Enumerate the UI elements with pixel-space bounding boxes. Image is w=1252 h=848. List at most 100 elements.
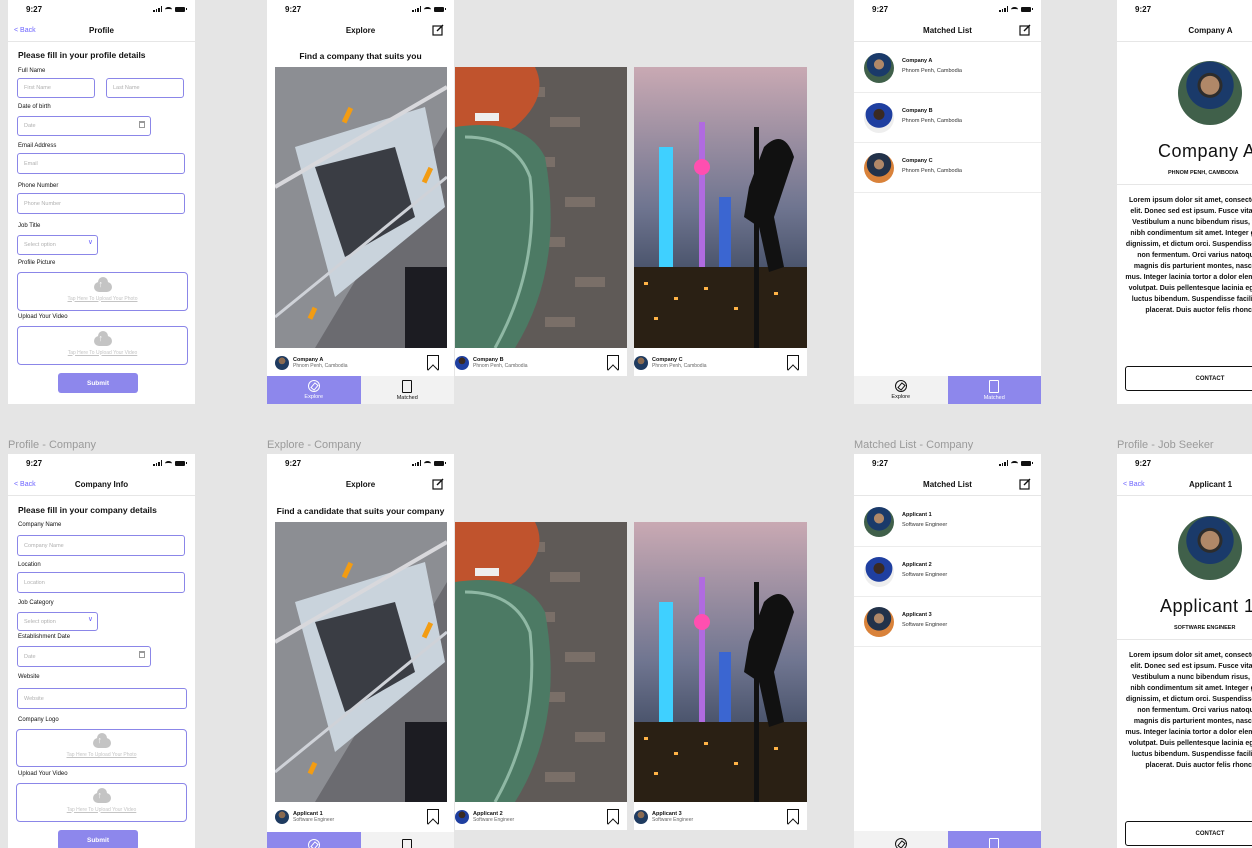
list-item[interactable]: Applicant 2 Software Engineer — [854, 547, 1041, 597]
frame-label-explore-company: Explore - Company — [267, 439, 362, 451]
dob-label: Date of birth — [18, 104, 51, 110]
frame-label-profile-company: Profile - Company — [8, 439, 97, 451]
list-item[interactable]: Applicant 1 Software Engineer — [854, 497, 1041, 547]
tab-matched[interactable] — [947, 831, 1041, 848]
phone-label: Phone Number — [18, 183, 59, 189]
card-image-car — [455, 67, 627, 349]
profile-title: SOFTWARE ENGINEER — [1174, 625, 1236, 631]
tab-explore[interactable]: Explore — [267, 376, 361, 404]
bookmark-icon[interactable] — [607, 809, 619, 824]
card-image-escalator — [275, 67, 447, 348]
card-footer: Company B Phnom Penh, Cambodia — [455, 348, 627, 376]
tab-explore[interactable]: Explore — [854, 376, 948, 404]
location-input[interactable]: Location — [17, 572, 185, 593]
job-title-select[interactable]: Select option ∨ — [17, 235, 98, 255]
list-item[interactable]: Company A Phnom Penh, Cambodia — [854, 43, 1041, 93]
company-name-label: Company Name — [18, 522, 62, 528]
tab-matched[interactable]: Matched — [947, 376, 1041, 404]
card-1[interactable]: Company A Phnom Penh, Cambodia — [275, 67, 447, 376]
applicant-detail-screen: 9:27 < Back Applicant 1 Applicant 1 SOFT… — [1117, 454, 1252, 848]
card-image-city — [634, 522, 807, 802]
card-footer: Applicant 1 Software Engineer — [275, 802, 447, 830]
list-item[interactable]: Company C Phnom Penh, Cambodia — [854, 143, 1041, 193]
email-input[interactable]: Email — [17, 153, 185, 174]
card-2[interactable]: Applicant 2 Software Engineer — [455, 522, 627, 830]
status-bar: 9:27 — [267, 454, 454, 474]
tab-explore[interactable] — [854, 831, 948, 848]
email-label: Email Address — [18, 143, 57, 149]
list-item[interactable]: Applicant 3 Software Engineer — [854, 597, 1041, 647]
page-title: Applicant 1 — [1188, 480, 1233, 489]
card-subtitle: Phnom Penh, Cambodia — [473, 363, 528, 369]
avatar — [634, 810, 648, 824]
card-footer: Company A Phnom Penh, Cambodia — [275, 348, 447, 376]
category-select[interactable]: Select option ∨ — [17, 612, 98, 631]
avatar — [864, 607, 894, 637]
list-item[interactable]: Company B Phnom Penh, Cambodia — [854, 93, 1041, 143]
phone-input[interactable]: Phone Number — [17, 193, 185, 214]
submit-button[interactable]: Submit — [58, 373, 138, 393]
avatar — [455, 356, 469, 370]
upload-photo-area[interactable]: Tap Here To Upload Your Photo — [17, 272, 188, 311]
upload-video-area[interactable]: Tap Here To Upload Your Video — [17, 326, 188, 365]
bookmark-icon[interactable] — [787, 809, 799, 824]
website-input[interactable]: Website — [17, 688, 187, 709]
established-input[interactable]: Date — [17, 646, 151, 667]
tab-matched[interactable]: Matched — [360, 376, 454, 404]
edit-icon[interactable] — [1019, 24, 1031, 36]
card-image-car — [455, 522, 627, 803]
contact-button[interactable]: CONTACT — [1125, 821, 1252, 846]
chevron-down-icon: ∨ — [87, 616, 93, 623]
form-heading: Please fill in your profile details — [18, 50, 146, 60]
status-time: 9:27 — [1135, 459, 1152, 468]
tab-explore-label: Explore — [304, 394, 324, 400]
submit-button[interactable]: Submit — [58, 830, 138, 848]
profile-form-screen: 9:27 < Back Profile Please fill in your … — [8, 0, 195, 404]
document-icon — [989, 837, 1000, 848]
card-2[interactable]: Company B Phnom Penh, Cambodia — [455, 67, 627, 376]
upload-logo-area[interactable]: Tap Here To Upload Your Photo — [16, 729, 187, 767]
tab-matched[interactable] — [360, 832, 454, 848]
upload-video-area[interactable]: Tap Here To Upload Your Video — [16, 783, 187, 822]
edit-icon[interactable] — [1019, 478, 1031, 490]
card-1[interactable]: Applicant 1 Software Engineer — [275, 522, 447, 830]
list-item-subtitle: Software Engineer — [902, 572, 948, 578]
upload-cloud-icon — [93, 276, 112, 292]
website-label: Website — [18, 674, 40, 680]
calendar-icon[interactable] — [139, 651, 145, 658]
avatar — [275, 810, 289, 824]
bookmark-icon[interactable] — [427, 355, 439, 370]
status-bar: 9:27 — [1117, 454, 1252, 474]
card-3[interactable]: Company C Phnom Penh, Cambodia — [634, 67, 807, 376]
established-placeholder: Date — [24, 653, 36, 660]
form-heading: Please fill in your company details — [18, 505, 157, 515]
bookmark-icon[interactable] — [427, 809, 439, 824]
status-icons — [412, 460, 446, 466]
upload-cloud-icon — [92, 733, 111, 748]
edit-icon[interactable] — [432, 24, 444, 36]
status-time: 9:27 — [872, 459, 889, 468]
company-name-input[interactable]: Company Name — [17, 535, 185, 556]
avatar — [275, 356, 289, 370]
compass-icon — [307, 839, 320, 848]
last-name-input[interactable]: Last Name — [106, 78, 184, 98]
dob-input[interactable]: Date — [17, 116, 151, 136]
avatar — [455, 810, 469, 824]
page-title: Company Info — [74, 480, 129, 489]
card-3[interactable]: Applicant 3 Software Engineer — [634, 522, 807, 830]
bookmark-icon[interactable] — [607, 355, 619, 370]
compass-icon — [894, 838, 907, 848]
page-title: Matched List — [923, 26, 972, 35]
status-time: 9:27 — [872, 5, 889, 14]
first-name-input[interactable]: First Name — [17, 78, 95, 98]
contact-button[interactable]: CONTACT — [1125, 366, 1252, 391]
upload-photo-text: Tap Here To Upload Your Photo — [67, 295, 138, 302]
list-item-subtitle: Software Engineer — [902, 622, 948, 628]
edit-icon[interactable] — [432, 478, 444, 490]
calendar-icon[interactable] — [139, 121, 145, 128]
nav-bar: Company A — [1117, 20, 1252, 42]
tab-explore[interactable] — [267, 832, 361, 848]
bookmark-icon[interactable] — [787, 355, 799, 370]
status-bar: 9:27 — [1117, 0, 1252, 20]
status-icons — [412, 6, 446, 12]
